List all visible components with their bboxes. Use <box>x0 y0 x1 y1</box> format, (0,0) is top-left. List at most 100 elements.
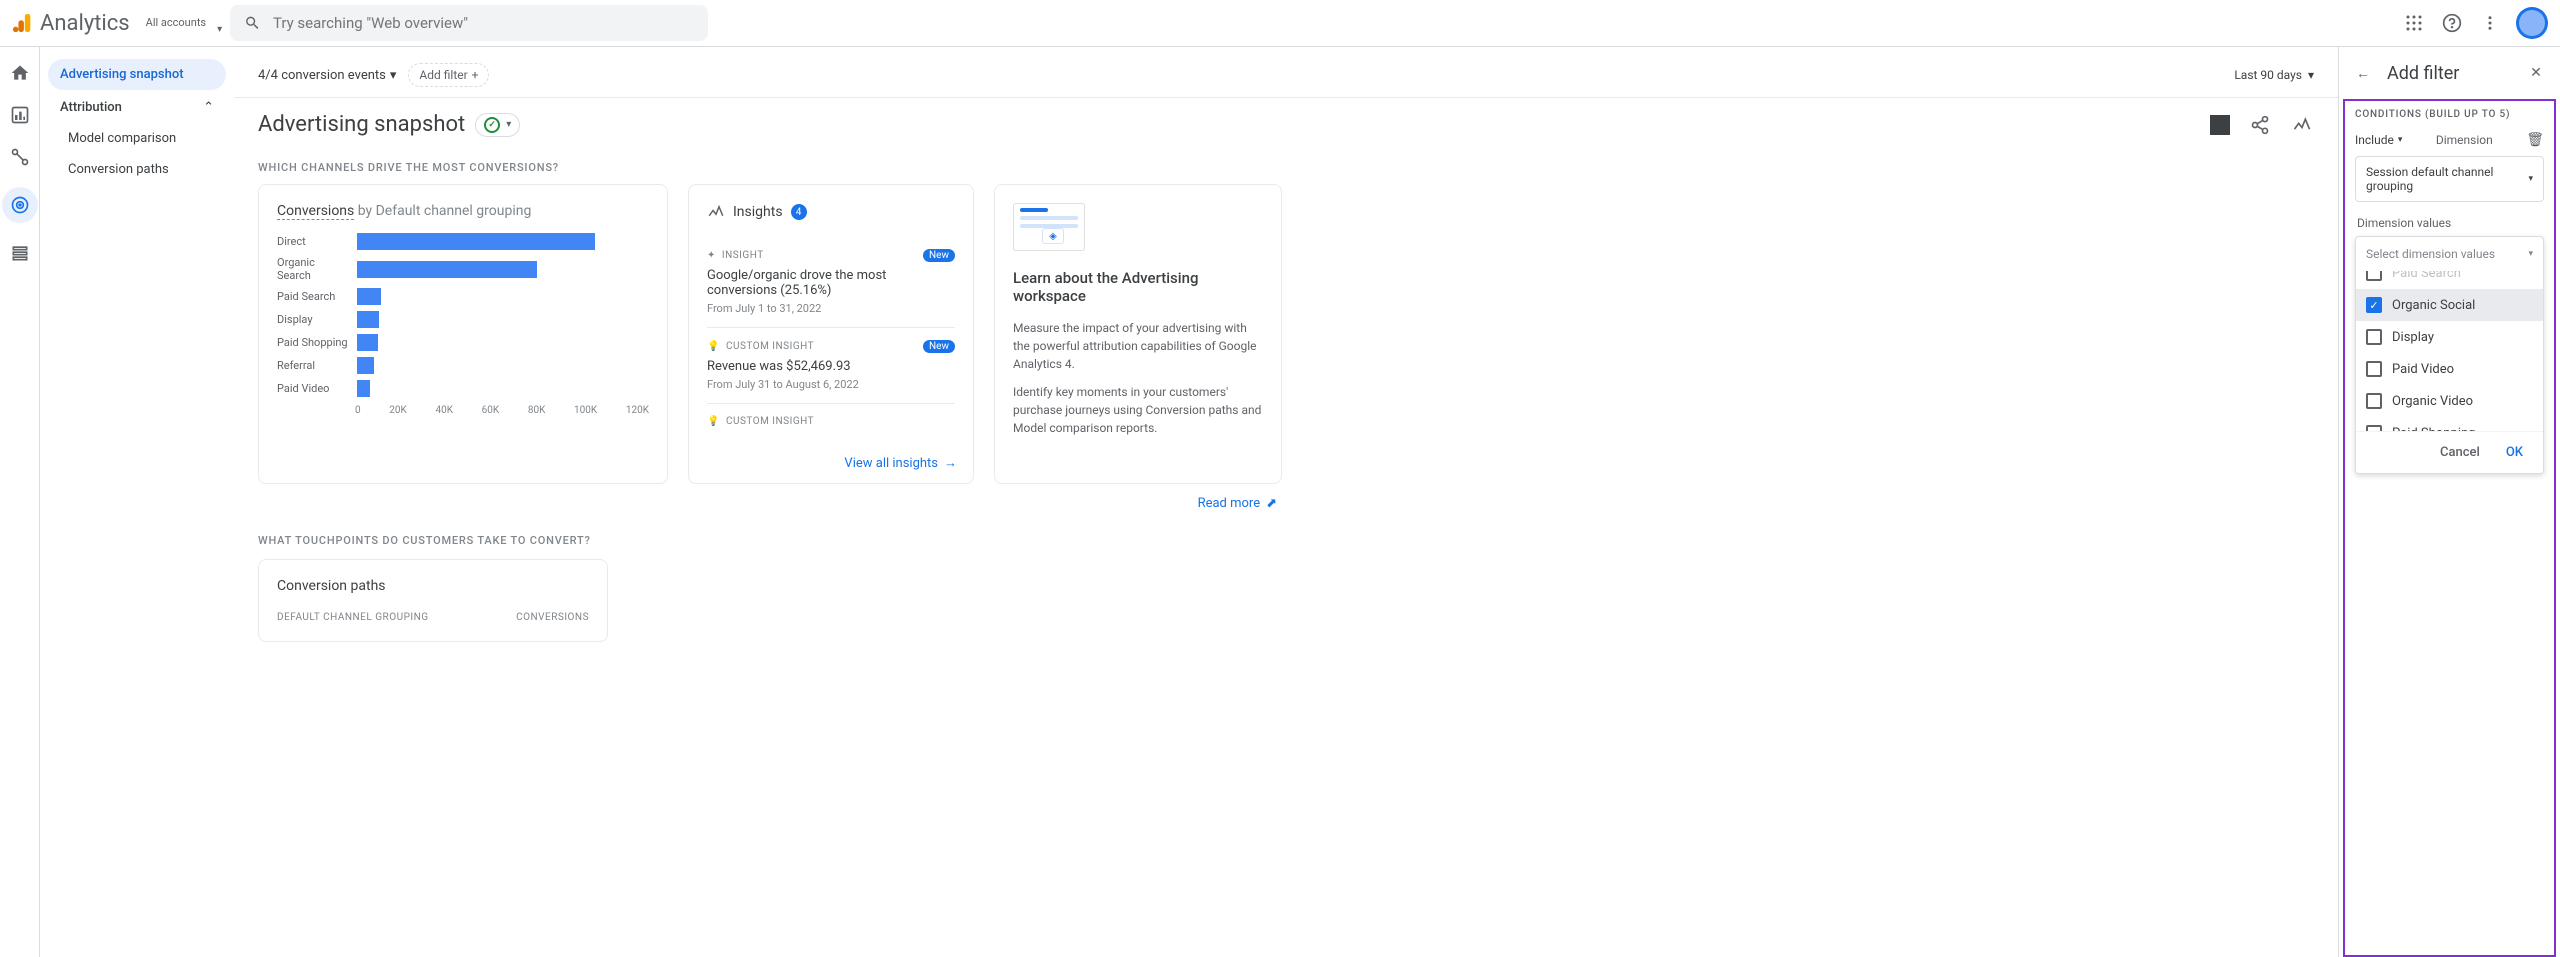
checkbox-icon <box>2366 271 2382 281</box>
compare-icon[interactable] <box>2210 115 2230 135</box>
insights-icon <box>707 203 725 221</box>
insight-type-icon: ✦ <box>707 250 716 261</box>
search-input[interactable] <box>273 14 694 32</box>
logo[interactable]: Analytics <box>12 11 130 36</box>
search-bar[interactable] <box>230 5 708 41</box>
rail-reports-icon[interactable] <box>8 103 32 127</box>
chevron-down-icon: ▾ <box>390 68 397 83</box>
ok-button[interactable]: OK <box>2496 440 2533 465</box>
card-learn: ◈ Learn about the Advertising workspace … <box>994 184 1282 484</box>
insights-sparkle-icon[interactable] <box>2290 113 2314 137</box>
toolbar: 4/4 conversion events ▾ Add filter + Las… <box>258 57 2314 97</box>
insight-type-label: INSIGHT <box>722 250 764 261</box>
learn-illustration: ◈ <box>1013 203 1085 251</box>
cancel-button[interactable]: Cancel <box>2430 440 2490 465</box>
paths-title: Conversion paths <box>277 578 589 594</box>
insight-item[interactable]: 💡 CUSTOM INSIGHT New Revenue was $52,469.93… <box>707 327 955 403</box>
x-tick: 120K <box>626 405 649 416</box>
rail-home-icon[interactable] <box>8 61 32 85</box>
option-label: Paid Video <box>2392 362 2454 377</box>
tag-icon: ◈ <box>1042 228 1064 244</box>
insight-type-icon: 💡 <box>707 416 720 427</box>
view-all-insights-link[interactable]: View all insights → <box>844 455 957 471</box>
checkbox-icon <box>2366 297 2382 313</box>
account-picker[interactable]: All accounts <box>146 16 206 29</box>
apps-icon[interactable] <box>2402 11 2426 35</box>
chevron-down-icon: ▾ <box>2528 249 2533 259</box>
chevron-up-icon: ⌃ <box>203 100 214 115</box>
dropdown-option[interactable]: Display <box>2356 321 2543 353</box>
insight-type-label: CUSTOM INSIGHT <box>726 416 814 427</box>
insights-count-badge: 4 <box>791 204 807 220</box>
bar-label: Paid Search <box>277 290 349 303</box>
header-actions <box>2402 7 2548 39</box>
rail-configure-icon[interactable] <box>8 241 32 265</box>
filter-panel: ← Add filter ✕ CONDITIONS (BUILD UP TO 5… <box>2338 47 2560 957</box>
analytics-logo-icon <box>12 12 34 34</box>
help-icon[interactable] <box>2440 11 2464 35</box>
insight-type-icon: 💡 <box>707 341 720 352</box>
card-conversion-paths: Conversion paths DEFAULT CHANNEL GROUPIN… <box>258 559 608 642</box>
insight-item[interactable]: 💡 CUSTOM INSIGHT <box>707 403 955 445</box>
avatar[interactable] <box>2516 7 2548 39</box>
insight-title: Revenue was $52,469.93 <box>707 359 955 374</box>
close-icon[interactable]: ✕ <box>2524 61 2548 85</box>
new-badge: New <box>923 249 955 262</box>
option-label: Organic Video <box>2392 394 2473 409</box>
checkbox-icon <box>2366 329 2382 345</box>
card-conversions-chart: Conversions by Default channel grouping … <box>258 184 668 484</box>
sidebar-item-conversion-paths[interactable]: Conversion paths <box>48 154 226 185</box>
insight-item[interactable]: ✦INSIGHTNewGoogle/organic drove the most… <box>707 237 955 327</box>
status-pill[interactable]: ▾ <box>475 113 520 137</box>
bar-label: Paid Video <box>277 382 349 395</box>
new-badge: New <box>923 340 955 353</box>
app-header: Analytics All accounts <box>0 0 2560 46</box>
card-insights: Insights 4 ✦INSIGHTNewGoogle/organic dro… <box>688 184 974 484</box>
x-tick: 20K <box>389 405 407 416</box>
plus-icon: + <box>472 68 479 82</box>
dropdown-option[interactable]: Paid Video <box>2356 353 2543 385</box>
checkbox-icon <box>2366 361 2382 377</box>
x-axis: 020K40K60K80K100K120K <box>355 405 649 416</box>
paths-col2: CONVERSIONS <box>516 612 589 623</box>
bar-row: Paid Search <box>277 288 649 305</box>
option-label: Organic Social <box>2392 298 2475 313</box>
rail-advertising-icon[interactable] <box>2 187 38 223</box>
title-actions <box>2210 113 2314 137</box>
product-name: Analytics <box>40 11 130 36</box>
dropdown-placeholder[interactable]: Select dimension values ▾ <box>2356 237 2543 271</box>
search-icon <box>244 14 261 32</box>
rail-explore-icon[interactable] <box>8 145 32 169</box>
bar-label: Paid Shopping <box>277 336 349 349</box>
date-range-picker[interactable]: Last 90 days ▾ <box>2234 68 2314 82</box>
arrow-right-icon: → <box>944 455 957 471</box>
include-dropdown[interactable]: Include ▾ <box>2355 133 2402 147</box>
account-label: All accounts <box>146 16 206 29</box>
check-circle-icon <box>484 117 500 133</box>
add-filter-button[interactable]: Add filter + <box>408 63 489 87</box>
bar-chart: DirectOrganic SearchPaid SearchDisplayPa… <box>277 233 649 397</box>
bar-label: Direct <box>277 235 349 248</box>
more-vert-icon[interactable] <box>2478 11 2502 35</box>
insight-type-label: CUSTOM INSIGHT <box>726 341 814 352</box>
dropdown-option[interactable]: Paid Search <box>2356 271 2543 289</box>
section-label-touchpoints: WHAT TOUCHPOINTS DO CUSTOMERS TAKE TO CO… <box>258 534 2314 547</box>
share-icon[interactable] <box>2248 113 2272 137</box>
x-tick: 0 <box>355 405 361 416</box>
dropdown-option[interactable]: Paid Shopping <box>2356 417 2543 431</box>
back-arrow-icon[interactable]: ← <box>2351 61 2375 85</box>
bar-label: Referral <box>277 359 349 372</box>
sidebar-group-attribution[interactable]: Attribution ⌃ <box>48 92 226 123</box>
bar-row: Display <box>277 311 649 328</box>
dropdown-option[interactable]: Organic Social <box>2356 289 2543 321</box>
dropdown-option[interactable]: Organic Video <box>2356 385 2543 417</box>
conditions-label: CONDITIONS (BUILD UP TO 5) <box>2355 109 2544 120</box>
option-label: Display <box>2392 330 2434 345</box>
conversion-events-chip[interactable]: 4/4 conversion events ▾ <box>258 68 396 83</box>
sidebar-item-model-comparison[interactable]: Model comparison <box>48 123 226 154</box>
read-more-link[interactable]: Read more ⬈ <box>1198 496 1277 511</box>
dimension-select[interactable]: Session default channel grouping ▾ <box>2355 156 2544 202</box>
sidebar-item-snapshot[interactable]: Advertising snapshot <box>48 59 226 90</box>
delete-icon[interactable]: 🗑 <box>2526 132 2544 148</box>
nav-rail <box>0 47 40 957</box>
